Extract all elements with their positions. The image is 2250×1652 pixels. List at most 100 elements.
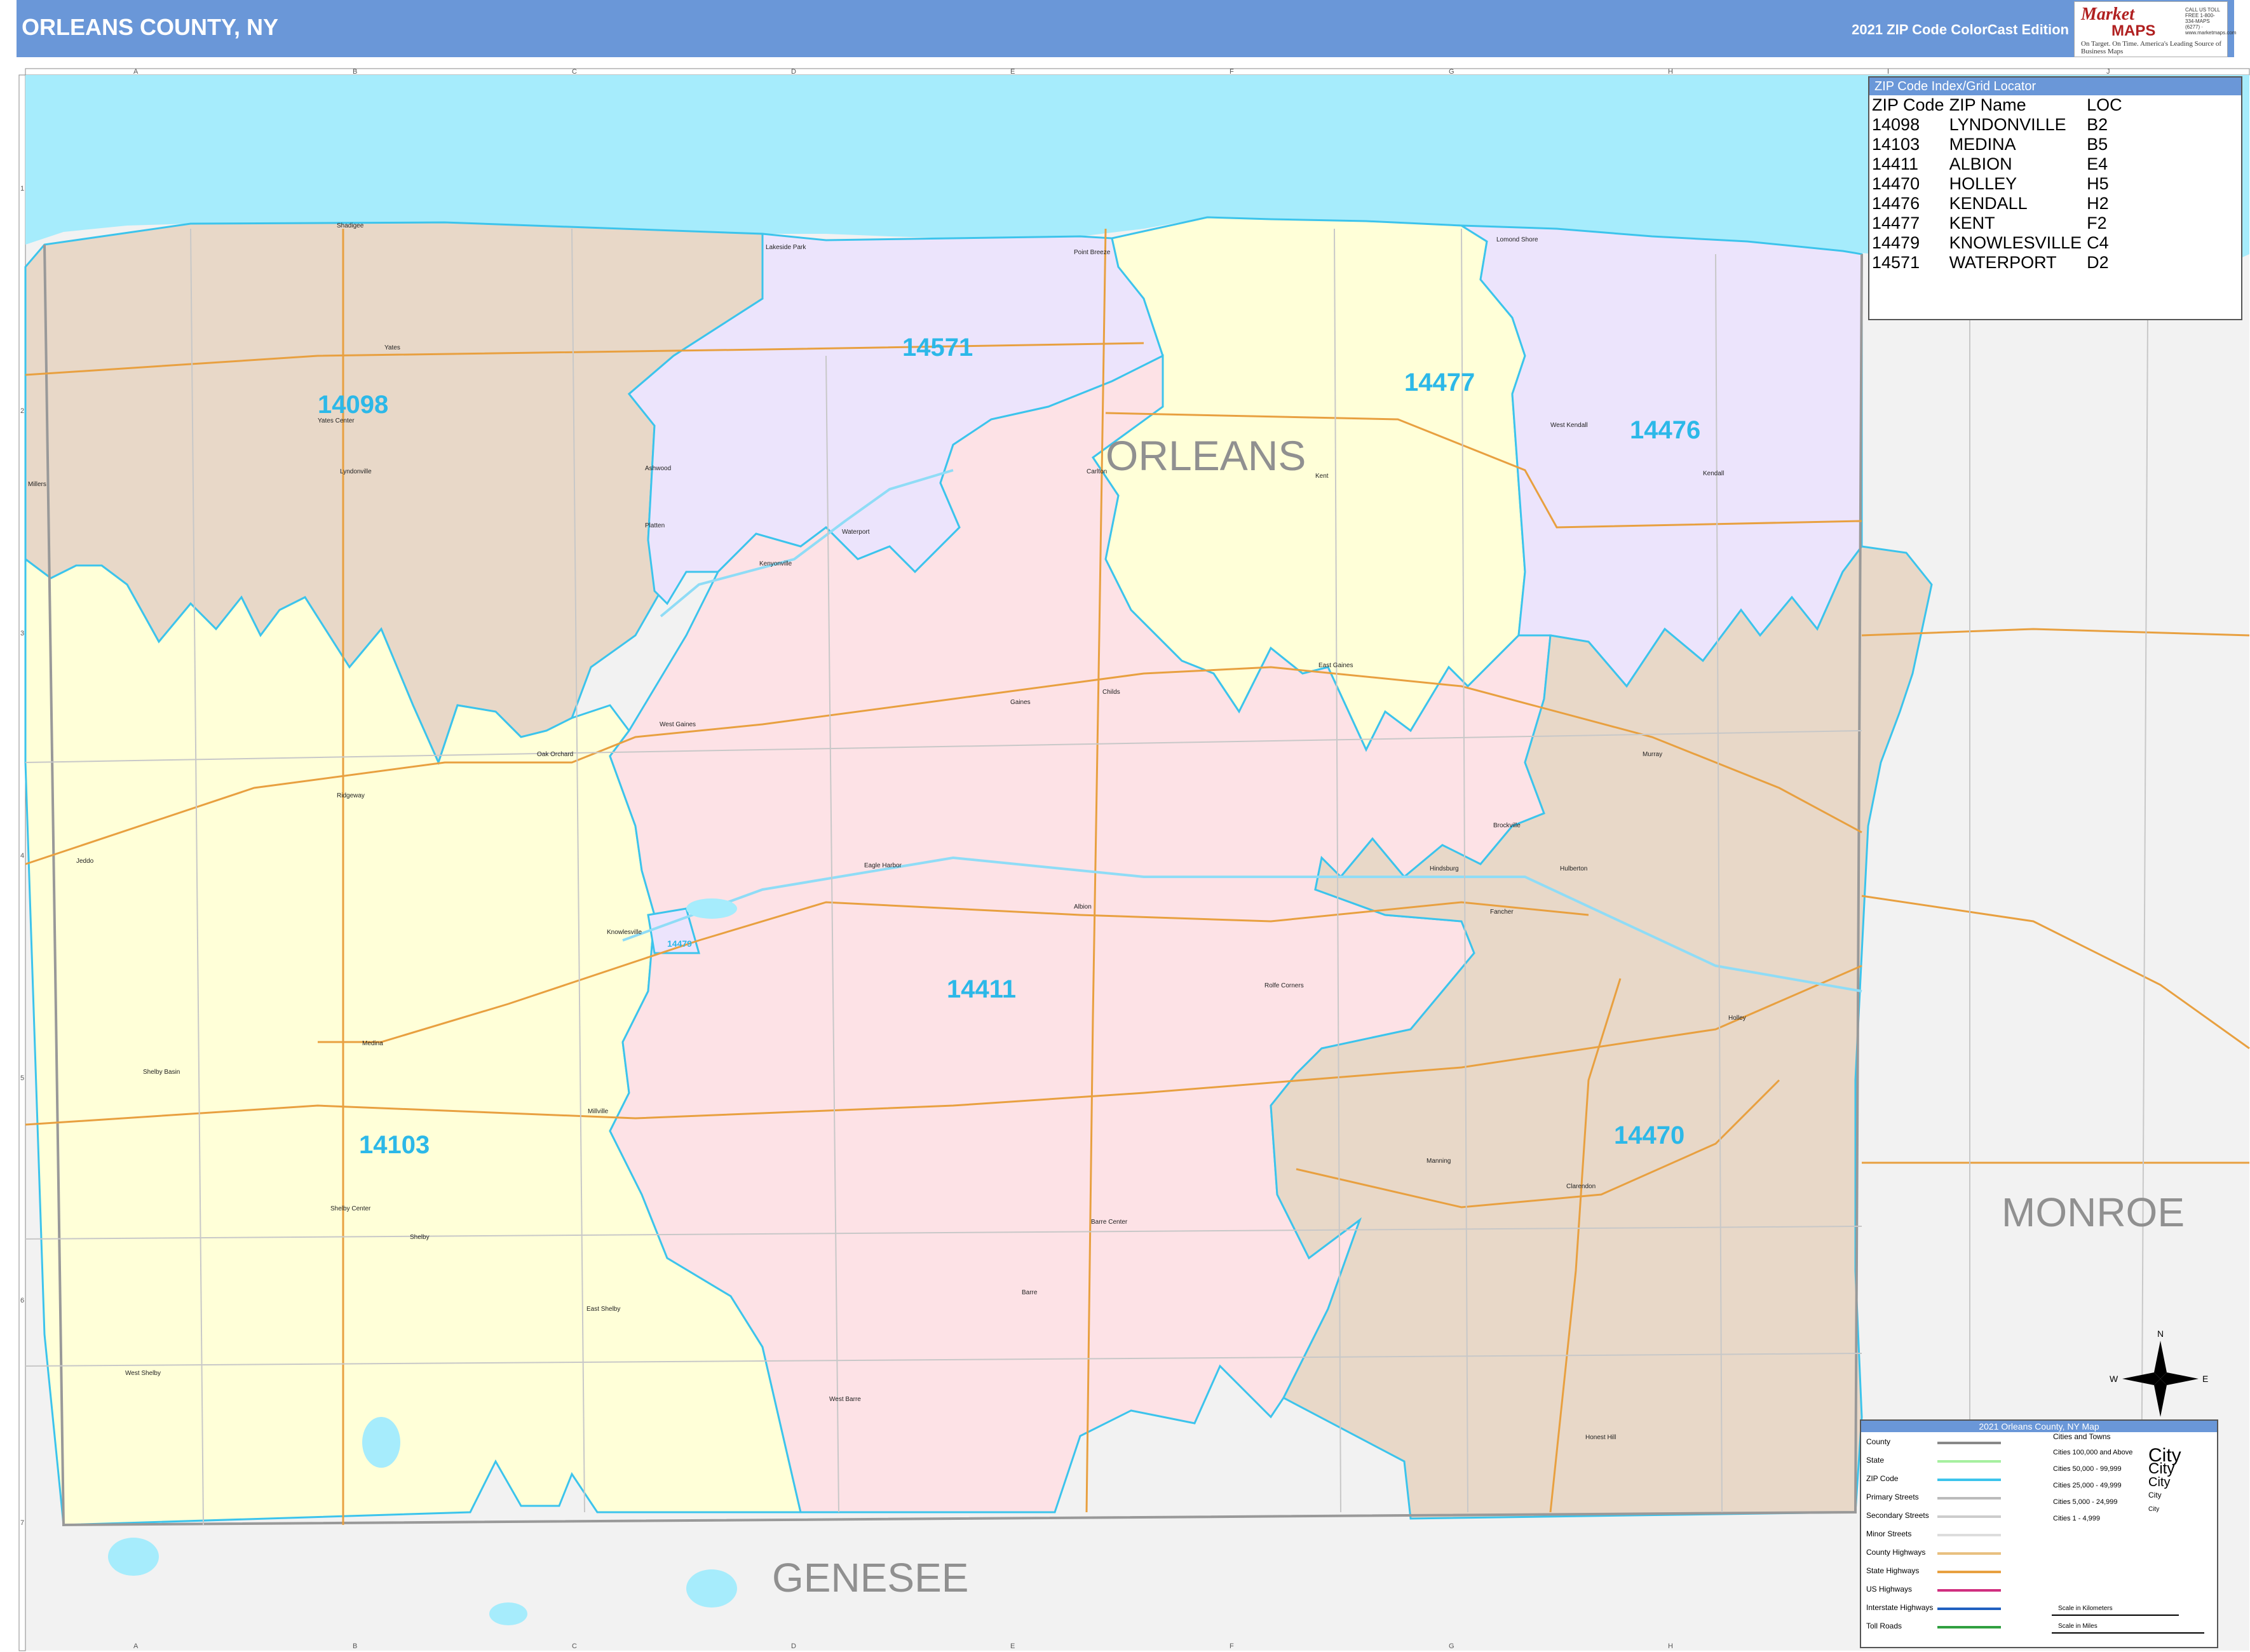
legend-city-sample: City — [2148, 1491, 2162, 1500]
zip-index-row: 14470 HOLLEY H5 — [1872, 174, 2127, 194]
zip-index-cell-zip: 14476 — [1872, 194, 1920, 213]
zip-index-table: ZIP Code ZIP Name LOC 14098 LYNDONVILLE B2… — [1872, 95, 2127, 273]
zip-label-14479: 14479 — [667, 938, 692, 949]
place-label: West Shelby — [125, 1370, 161, 1377]
place-label: Medina — [362, 1040, 383, 1047]
grid-col-label-bottom: B — [353, 1642, 357, 1650]
legend-cities-header: Cities and Towns — [2053, 1432, 2111, 1441]
place-label: Shadigee — [337, 222, 364, 229]
grid-row-label: 7 — [20, 1519, 24, 1527]
zip-label-14476: 14476 — [1630, 416, 1700, 444]
place-label: Millers — [28, 481, 46, 488]
grid-col-label: I — [1887, 68, 1889, 76]
col-zip-header: ZIP Code — [1872, 95, 1944, 114]
zip-index-row: 14571 WATERPORT D2 — [1872, 253, 2127, 273]
legend-city-class: Cities 100,000 and Above — [2053, 1449, 2133, 1456]
legend-item-swatch — [1937, 1442, 2001, 1444]
legend-item-swatch — [1937, 1534, 2001, 1536]
legend-item-label: Secondary Streets — [1866, 1511, 1929, 1520]
legend-item-label: County Highways — [1866, 1548, 1926, 1557]
legend-scale-miles: Scale in Miles — [2058, 1623, 2098, 1630]
zip-index-cell-zip: 14477 — [1872, 213, 1920, 233]
zip-label-14411: 14411 — [947, 975, 1016, 1003]
legend-item-label: US Highways — [1866, 1585, 1913, 1594]
grid-col-label: J — [2106, 68, 2110, 76]
place-label: East Gaines — [1318, 662, 1353, 669]
zip-index-cell-name: WATERPORT — [1949, 253, 2057, 272]
legend-item-swatch — [1937, 1515, 2001, 1518]
place-label: Barre — [1022, 1289, 1038, 1296]
zip-index-cell-loc: D2 — [2087, 253, 2109, 272]
place-label: Oak Orchard — [537, 751, 573, 758]
legend-item-label: ZIP Code — [1866, 1474, 1899, 1483]
place-label: Kendall — [1703, 470, 1724, 477]
legend-item-label: Toll Roads — [1866, 1622, 1902, 1630]
compass-n: N — [2157, 1329, 2164, 1339]
legend-city-sample: City — [2148, 1475, 2171, 1489]
place-label: Brockville — [1493, 822, 1521, 829]
zip-index-cell-zip: 14479 — [1872, 233, 1920, 252]
grid-col-label-bottom: G — [1449, 1642, 1454, 1650]
place-label: Lomond Shore — [1496, 236, 1538, 243]
zip-index-row: 14479 KNOWLESVILLE C4 — [1872, 233, 2127, 253]
grid-col-label-bottom: H — [1668, 1642, 1673, 1650]
place-label: Shelby — [410, 1234, 430, 1241]
zip-index-cell-name: KNOWLESVILLE — [1949, 233, 2082, 252]
grid-row-label: 5 — [20, 1074, 24, 1082]
place-label: Albion — [1074, 904, 1092, 911]
grid-row-label: 1 — [20, 185, 24, 193]
legend-item-swatch — [1937, 1589, 2001, 1592]
place-label: Waterport — [842, 529, 870, 536]
zip-index-cell-loc: C4 — [2087, 233, 2109, 252]
place-label: Eagle Harbor — [864, 862, 902, 869]
legend-item-swatch — [1937, 1626, 2001, 1628]
legend-item-swatch — [1937, 1571, 2001, 1573]
scale-bar-miles — [2052, 1632, 2204, 1636]
legend-city-class: Cities 1 - 4,999 — [2053, 1515, 2100, 1522]
grid-row-label: 2 — [20, 407, 24, 415]
zip-index-cell-name: HOLLEY — [1949, 174, 2017, 193]
legend-item-swatch — [1937, 1479, 2001, 1481]
zip-index-cell-zip: 14411 — [1872, 154, 1919, 173]
zip-index-cell-loc: H5 — [2087, 174, 2109, 193]
legend-item-swatch — [1937, 1608, 2001, 1610]
zip-label-14470: 14470 — [1614, 1121, 1684, 1149]
zip-label-14098: 14098 — [318, 391, 388, 419]
place-label: Knowlesville — [607, 929, 642, 936]
zip-label-14103: 14103 — [359, 1131, 430, 1159]
legend-item-label: State — [1866, 1456, 1885, 1465]
zip-index-cell-zip: 14103 — [1872, 135, 1920, 154]
market-maps-logo: Market MAPS On Target. On Time. America'… — [2074, 1, 2236, 57]
place-label: Murray — [1643, 751, 1662, 758]
zip-index-row: 14476 KENDALL H2 — [1872, 194, 2127, 213]
zip-code-index: ZIP Code Index/Grid Locator ZIP Code ZIP… — [1868, 76, 2242, 320]
zip-index-cell-name: ALBION — [1949, 154, 2012, 173]
zip-index-cell-zip: 14571 — [1872, 253, 1920, 272]
place-label: Honest Hill — [1585, 1434, 1616, 1441]
place-label: West Kendall — [1550, 422, 1588, 429]
page-title: ORLEANS COUNTY, NY — [22, 14, 279, 40]
scale-bar-km — [2052, 1615, 2179, 1618]
col-loc-header: LOC — [2087, 95, 2122, 114]
place-label: West Barre — [829, 1396, 861, 1403]
place-label: Point Breeze — [1074, 249, 1111, 256]
place-label: Ridgeway — [337, 792, 365, 799]
zip-index-row: 14103 MEDINA B5 — [1872, 135, 2127, 154]
legend-city-sample: City — [2148, 1506, 2160, 1513]
legend-city-class: Cities 25,000 - 49,999 — [2053, 1482, 2122, 1489]
zip-label-14477: 14477 — [1404, 369, 1475, 396]
legend-header: 2021 Orleans County, NY Map — [1861, 1421, 2217, 1432]
place-label: Shelby Center — [330, 1205, 371, 1212]
logo-word-maps: MAPS — [2111, 22, 2156, 39]
place-label: Lakeside Park — [766, 244, 806, 251]
place-label: Kenyonville — [759, 560, 792, 567]
legend-item-swatch — [1937, 1460, 2001, 1463]
legend-item-swatch — [1937, 1497, 2001, 1500]
grid-col-label: G — [1449, 68, 1454, 76]
zip-index-cell-name: LYNDONVILLE — [1949, 115, 2066, 134]
place-label: Hindsburg — [1430, 865, 1459, 872]
grid-col-label: C — [572, 68, 577, 76]
place-label: Carlton — [1087, 468, 1107, 475]
grid-col-label-bottom: A — [133, 1642, 139, 1650]
place-label: Yates — [384, 344, 400, 351]
